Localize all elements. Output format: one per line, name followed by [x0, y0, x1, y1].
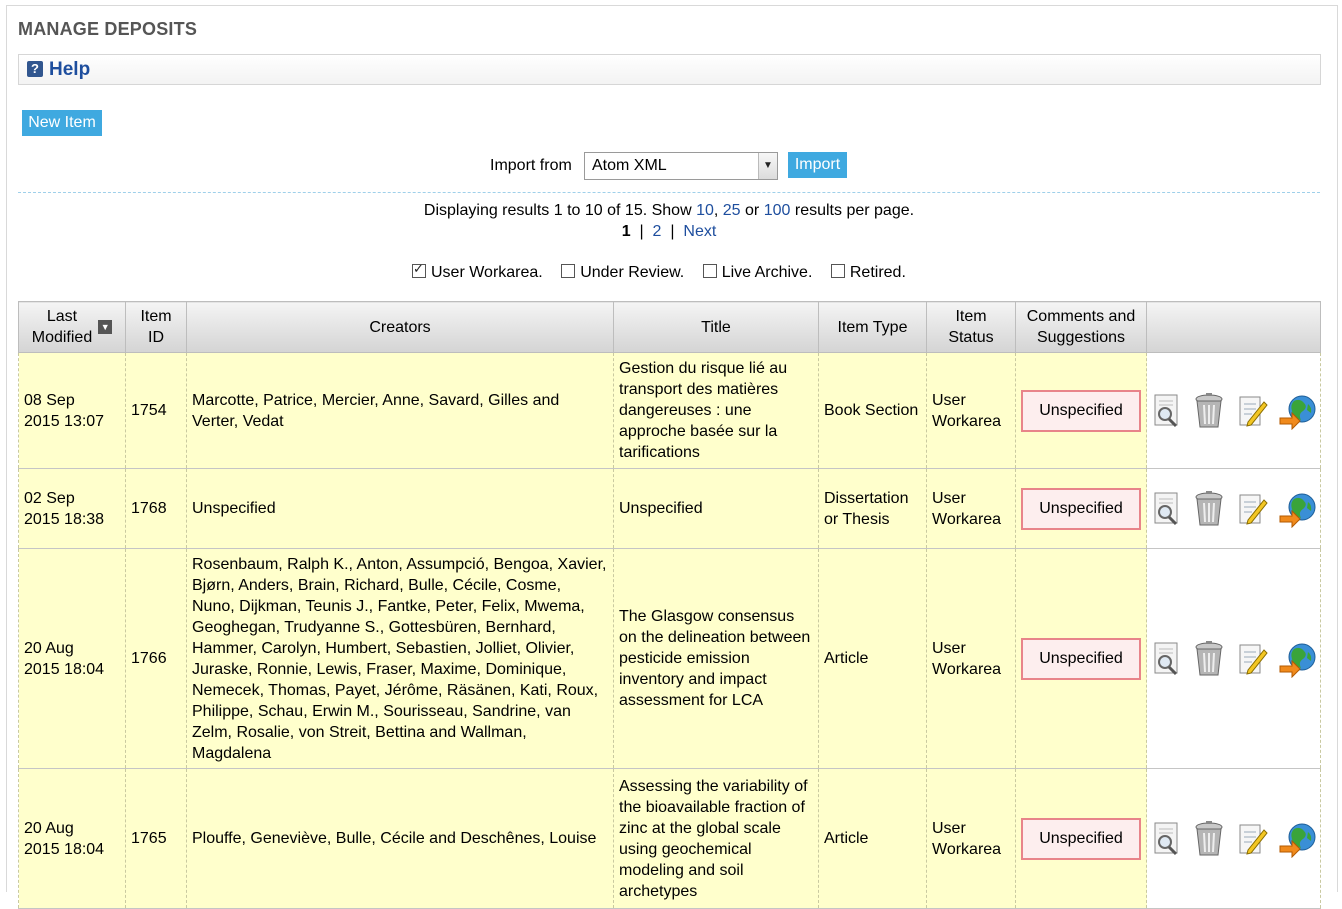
- cell-item-status: User Workarea: [926, 768, 1016, 909]
- filter-live-archive[interactable]: Live Archive.: [702, 264, 812, 282]
- comments-badge[interactable]: Unspecified: [1021, 389, 1141, 432]
- cell-title: Assessing the variability of the bioavai…: [613, 768, 819, 909]
- col-title[interactable]: Title: [613, 301, 819, 353]
- edit-icon[interactable]: [1236, 392, 1268, 430]
- deposit-icon[interactable]: [1278, 640, 1318, 678]
- per-page-25-link[interactable]: 25: [723, 202, 741, 219]
- delete-icon[interactable]: [1193, 640, 1225, 678]
- cell-last-modified: 02 Sep 2015 18:38: [18, 468, 126, 549]
- filter-retired[interactable]: Retired.: [830, 264, 906, 282]
- cell-actions: [1146, 468, 1321, 549]
- delete-icon[interactable]: [1193, 490, 1225, 528]
- table-row: 20 Aug 2015 18:04 1765 Plouffe, Geneviève, …: [18, 768, 1321, 909]
- cell-comments: Unspecified: [1015, 352, 1147, 469]
- cell-item-type: Article: [818, 768, 927, 909]
- import-label: Import from: [490, 157, 572, 174]
- help-icon: ?: [27, 61, 43, 77]
- cell-comments: Unspecified: [1015, 768, 1147, 909]
- new-item-button[interactable]: New Item: [22, 110, 102, 136]
- cell-actions: [1146, 768, 1321, 909]
- cell-item-status: User Workarea: [926, 468, 1016, 549]
- edit-icon[interactable]: [1236, 490, 1268, 528]
- cell-item-status: User Workarea: [926, 548, 1016, 769]
- table-row: 20 Aug 2015 18:04 1766 Rosenbaum, Ralph K.,…: [18, 548, 1321, 769]
- results-summary: Displaying results 1 to 10 of 15. Show 1…: [423, 202, 915, 219]
- checkbox-icon[interactable]: [830, 264, 845, 278]
- deposits-table: Last Modified▼ Item ID Creators Title Item…: [18, 301, 1321, 909]
- view-icon[interactable]: [1151, 820, 1183, 858]
- table-header-row: Last Modified▼ Item ID Creators Title Item…: [18, 301, 1321, 353]
- cell-item-id: 1766: [125, 548, 187, 769]
- import-format-value: Atom XML: [592, 157, 667, 174]
- edit-icon[interactable]: [1236, 820, 1268, 858]
- comments-badge[interactable]: Unspecified: [1021, 817, 1141, 860]
- help-box[interactable]: ? Help: [18, 54, 1321, 85]
- cell-creators: Plouffe, Geneviève, Bulle, Cécile and De…: [186, 768, 614, 909]
- cell-title: Gestion du risque lié au transport des m…: [613, 352, 819, 469]
- col-item-id[interactable]: Item ID: [125, 301, 187, 353]
- edit-icon[interactable]: [1236, 640, 1268, 678]
- col-last-modified[interactable]: Last Modified▼: [18, 301, 126, 353]
- table-row: 08 Sep 2015 13:07 1754 Marcotte, Patrice, M…: [18, 352, 1321, 469]
- chevron-down-icon[interactable]: ▼: [758, 153, 777, 179]
- page-2-link[interactable]: 2: [653, 223, 662, 240]
- view-icon[interactable]: [1151, 392, 1183, 430]
- cell-title: Unspecified: [613, 468, 819, 549]
- cell-creators: Rosenbaum, Ralph K., Anton, Assumpció, B…: [186, 548, 614, 769]
- cell-item-id: 1765: [125, 768, 187, 909]
- col-item-type[interactable]: Item Type: [818, 301, 927, 353]
- col-item-status[interactable]: Item Status: [926, 301, 1016, 353]
- cell-creators: Marcotte, Patrice, Mercier, Anne, Savard…: [186, 352, 614, 469]
- cell-item-status: User Workarea: [926, 352, 1016, 469]
- help-link[interactable]: Help: [49, 59, 90, 81]
- cell-title: The Glasgow consensus on the delineation…: [613, 548, 819, 769]
- status-filters: User Workarea. Under Review. Live Archiv…: [412, 261, 920, 282]
- cell-last-modified: 20 Aug 2015 18:04: [18, 548, 126, 769]
- per-page-100-link[interactable]: 100: [764, 202, 791, 219]
- cell-item-id: 1754: [125, 352, 187, 469]
- page-title: MANAGE DEPOSITS: [18, 19, 198, 39]
- deposit-icon[interactable]: [1278, 820, 1318, 858]
- cell-last-modified: 08 Sep 2015 13:07: [18, 352, 126, 469]
- col-actions: [1146, 301, 1321, 353]
- cell-actions: [1146, 548, 1321, 769]
- import-button[interactable]: Import: [788, 152, 847, 178]
- view-icon[interactable]: [1151, 640, 1183, 678]
- cell-creators: Unspecified: [186, 468, 614, 549]
- deposit-icon[interactable]: [1278, 490, 1318, 528]
- filter-user-workarea[interactable]: User Workarea.: [412, 261, 543, 282]
- per-page-10-link[interactable]: 10: [696, 202, 714, 219]
- filter-under-review[interactable]: Under Review.: [561, 264, 684, 282]
- checkbox-icon[interactable]: [561, 264, 576, 278]
- col-comments: Comments and Suggestions: [1015, 301, 1147, 353]
- divider: [18, 192, 1320, 193]
- cell-item-id: 1768: [125, 468, 187, 549]
- import-format-select[interactable]: Atom XML ▼: [584, 152, 778, 180]
- next-page-link[interactable]: Next: [683, 223, 716, 240]
- comments-badge[interactable]: Unspecified: [1021, 637, 1141, 680]
- view-icon[interactable]: [1151, 490, 1183, 528]
- cell-item-type: Book Section: [818, 352, 927, 469]
- delete-icon[interactable]: [1193, 820, 1225, 858]
- checkbox-icon[interactable]: [702, 264, 717, 278]
- cell-last-modified: 20 Aug 2015 18:04: [18, 768, 126, 909]
- deposit-icon[interactable]: [1278, 392, 1318, 430]
- delete-icon[interactable]: [1193, 392, 1225, 430]
- checkbox-checked-icon[interactable]: [412, 261, 426, 278]
- cell-item-type: Dissertation or Thesis: [818, 468, 927, 549]
- col-creators[interactable]: Creators: [186, 301, 614, 353]
- comments-badge[interactable]: Unspecified: [1021, 487, 1141, 530]
- cell-comments: Unspecified: [1015, 468, 1147, 549]
- cell-comments: Unspecified: [1015, 548, 1147, 769]
- pagination: 1 | 2 | Next: [621, 223, 717, 240]
- current-page: 1: [621, 223, 631, 240]
- sort-desc-icon[interactable]: ▼: [98, 320, 113, 334]
- cell-item-type: Article: [818, 548, 927, 769]
- cell-actions: [1146, 352, 1321, 469]
- table-row: 02 Sep 2015 18:38 1768 Unspecified Unspecifi…: [18, 468, 1321, 549]
